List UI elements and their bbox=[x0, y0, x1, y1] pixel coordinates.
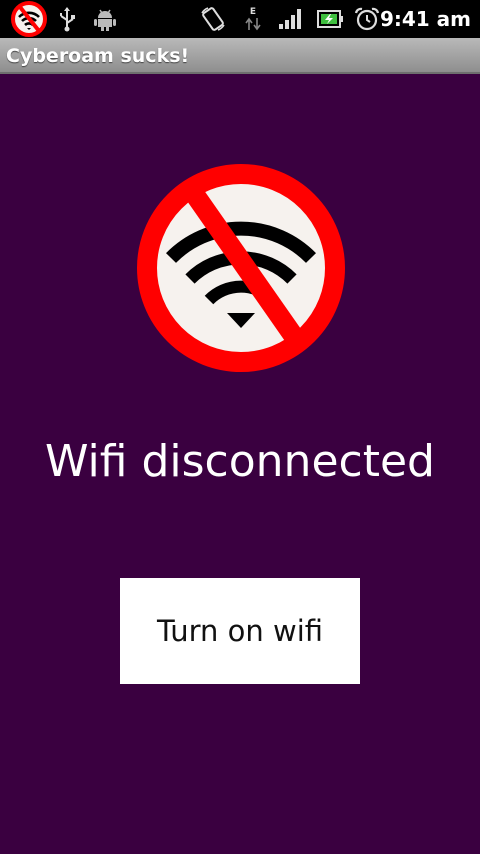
android-debug-icon bbox=[92, 0, 118, 38]
data-type-label: E bbox=[249, 7, 257, 17]
rotate-icon bbox=[198, 0, 228, 38]
status-bar: E 9:41 am bbox=[0, 0, 480, 38]
no-wifi-icon bbox=[137, 164, 345, 372]
battery-charging-icon bbox=[315, 0, 345, 38]
clock-time: 9:41 am bbox=[379, 7, 471, 31]
usb-icon bbox=[56, 0, 78, 38]
signal-icon bbox=[277, 0, 305, 38]
nowifi-app-icon bbox=[10, 0, 48, 38]
main-content: Wifi disconnected Turn on wifi bbox=[0, 74, 480, 854]
turn-on-wifi-button[interactable]: Turn on wifi bbox=[120, 578, 360, 684]
app-title: Cyberoam sucks! bbox=[6, 45, 190, 67]
alarm-clock-icon bbox=[353, 0, 381, 38]
data-transfer-icon: E bbox=[242, 0, 264, 38]
status-message: Wifi disconnected bbox=[45, 436, 435, 487]
title-bar: Cyberoam sucks! bbox=[0, 38, 480, 74]
